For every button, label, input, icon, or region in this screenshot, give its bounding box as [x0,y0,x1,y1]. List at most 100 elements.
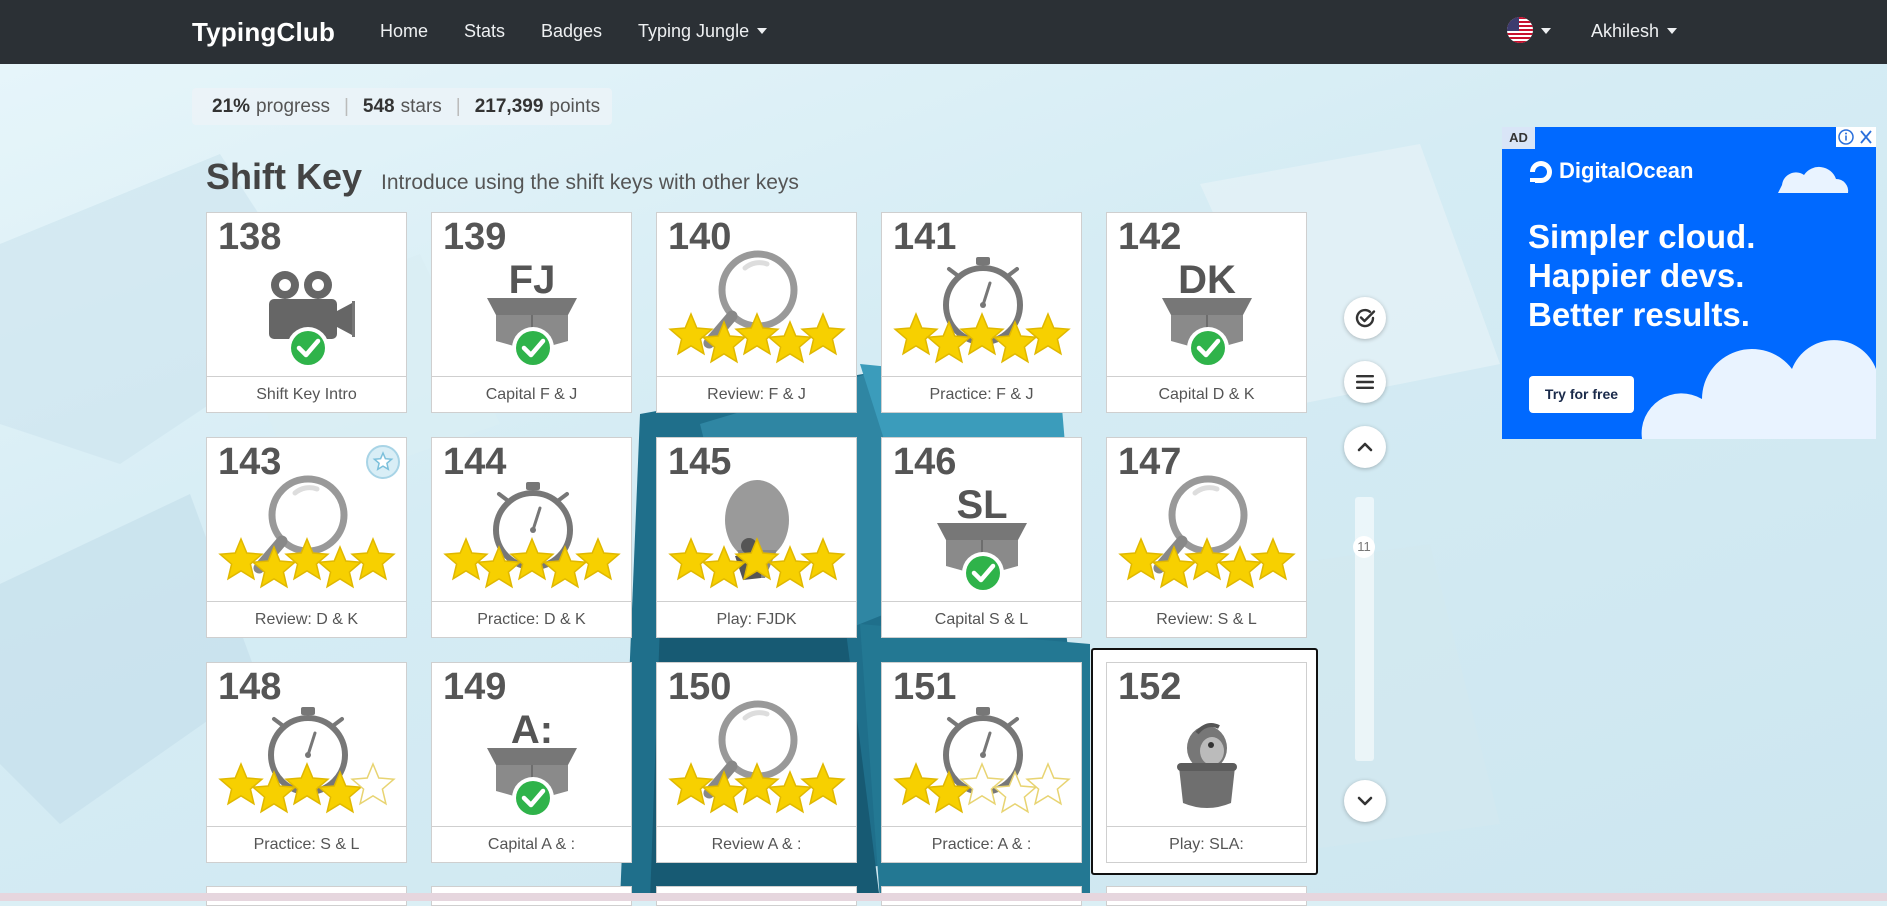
nav-home[interactable]: Home [380,21,428,42]
lesson-title: Play: SLA: [1107,826,1306,862]
scroll-down-button[interactable] [1344,780,1386,822]
divider: | [455,95,461,117]
user-menu[interactable]: Akhilesh [1591,21,1678,42]
progress-percent: 21% [212,95,251,117]
nav-typing-jungle-dropdown[interactable]: Typing Jungle [638,21,768,42]
star-filled-icon [800,762,846,806]
lesson-number: 138 [218,216,282,258]
section-subtitle: Introduce using the shift keys with othe… [381,171,799,194]
points-count: 217,399 [474,95,544,117]
star-filled-icon [701,770,747,814]
digitalocean-logo-icon [1530,161,1552,183]
lesson-number: 141 [893,216,957,258]
check-badge-icon [1187,327,1229,369]
scroll-position-label[interactable]: 11 [1353,536,1375,558]
nav-typing-jungle-label: Typing Jungle [638,21,750,41]
scroll-up-button[interactable] [1344,426,1386,468]
progress-summary: 21% progress | 548 stars | 217,399 point… [192,88,613,125]
lesson-card-138[interactable]: 138 Shift Key Intro [206,212,407,413]
lesson-card-145[interactable]: 145 Play: FJDK [656,437,857,638]
lesson-number: 145 [668,441,732,483]
lesson-number: 152 [1118,666,1182,708]
ad-info-close-icon [1838,129,1872,145]
star-filled-icon [251,545,297,589]
star-filled-icon [1118,537,1164,581]
bottom-strip [0,893,1887,901]
lesson-card-142[interactable]: DK 142 Capital D & K [1106,212,1307,413]
brand-logo[interactable]: TypingClub [192,17,335,48]
lesson-number: 148 [218,666,282,708]
star-filled-icon [1151,545,1197,589]
star-filled-icon [800,312,846,356]
lesson-number: 144 [443,441,507,483]
star-filled-icon [218,537,264,581]
check-circle-icon [1355,308,1376,328]
lesson-number: 147 [1118,441,1182,483]
lesson-card-152[interactable]: 152 Play: SLA: [1106,662,1307,863]
us-flag-icon [1507,17,1533,43]
check-badge-icon [287,327,329,369]
nav-stats[interactable]: Stats [464,21,505,42]
lesson-card-149[interactable]: A: 149 Capital A & : [431,662,632,863]
lesson-card-139[interactable]: FJ 139 Capital F & J [431,212,632,413]
star-filled-icon [1250,537,1296,581]
check-progress-button[interactable] [1344,297,1386,339]
lesson-number: 150 [668,666,732,708]
check-badge-icon [962,552,1004,594]
lesson-title: Capital A & : [432,826,631,862]
lesson-card-140[interactable]: 140 Review: F & J [656,212,857,413]
lesson-number: 146 [893,441,957,483]
lesson-card-147[interactable]: 147 Review: S & L [1106,437,1307,638]
lesson-card-146[interactable]: SL 146 Capital S & L [881,437,1082,638]
star-filled-icon [218,762,264,806]
caret-down-icon [757,28,768,34]
ad-badge: AD [1502,127,1535,149]
lesson-number: 143 [218,441,282,483]
lesson-card-144[interactable]: 144 Practice: D & K [431,437,632,638]
lesson-card-151[interactable]: 151 Practice: A & : [881,662,1082,863]
star-filled-icon [317,545,363,589]
star-filled-icon [668,537,714,581]
lesson-card-143[interactable]: 143 Review: D & K [206,437,407,638]
star-filled-icon [575,537,621,581]
star-badge-icon [366,445,400,479]
star-filled-icon [893,762,939,806]
star-filled-icon [350,537,396,581]
ad-brand-name: DigitalOcean [1559,158,1694,183]
caret-down-icon [1667,28,1678,34]
box-keys-label: FJ [509,258,556,302]
language-selector[interactable] [1507,17,1557,47]
lesson-title: Review: F & J [657,376,856,412]
star-filled-icon [1025,312,1071,356]
progress-label: progress [256,95,330,117]
lesson-list-button[interactable] [1344,361,1386,403]
ad-controls[interactable] [1836,127,1876,147]
lesson-title: Capital F & J [432,376,631,412]
ad-headline: Simpler cloud. Happier devs. Better resu… [1528,217,1755,334]
lesson-number: 140 [668,216,732,258]
star-empty-icon [1025,762,1071,806]
caret-down-icon [1541,28,1551,34]
lesson-number: 151 [893,666,957,708]
lesson-card-148[interactable]: 148 Practice: S & L [206,662,407,863]
top-navbar: TypingClub Home Stats Badges Typing Jung… [0,0,1887,64]
lesson-number: 142 [1118,216,1182,258]
section-title: Shift Key [206,156,363,197]
check-badge-icon [512,327,554,369]
list-icon [1356,375,1374,389]
ad-cta-button[interactable]: Try for free [1529,376,1634,413]
star-empty-icon [350,762,396,806]
ad-headline-line: Better results. [1528,296,1750,333]
lesson-card-141[interactable]: 141 Practice: F & J [881,212,1082,413]
star-filled-icon [1217,545,1263,589]
check-badge-icon [512,777,554,819]
chevron-up-icon [1357,442,1373,452]
lesson-title: Shift Key Intro [207,376,406,412]
nav-badges[interactable]: Badges [541,21,602,42]
lesson-title: Capital D & K [1107,376,1306,412]
lesson-card-150[interactable]: 150 Review A & : [656,662,857,863]
lesson-title: Practice: F & J [882,376,1081,412]
box-keys-label: SL [956,483,1007,527]
advertisement[interactable]: AD DigitalOcean Simpler cloud. Happier d… [1502,127,1876,439]
star-filled-icon [668,762,714,806]
